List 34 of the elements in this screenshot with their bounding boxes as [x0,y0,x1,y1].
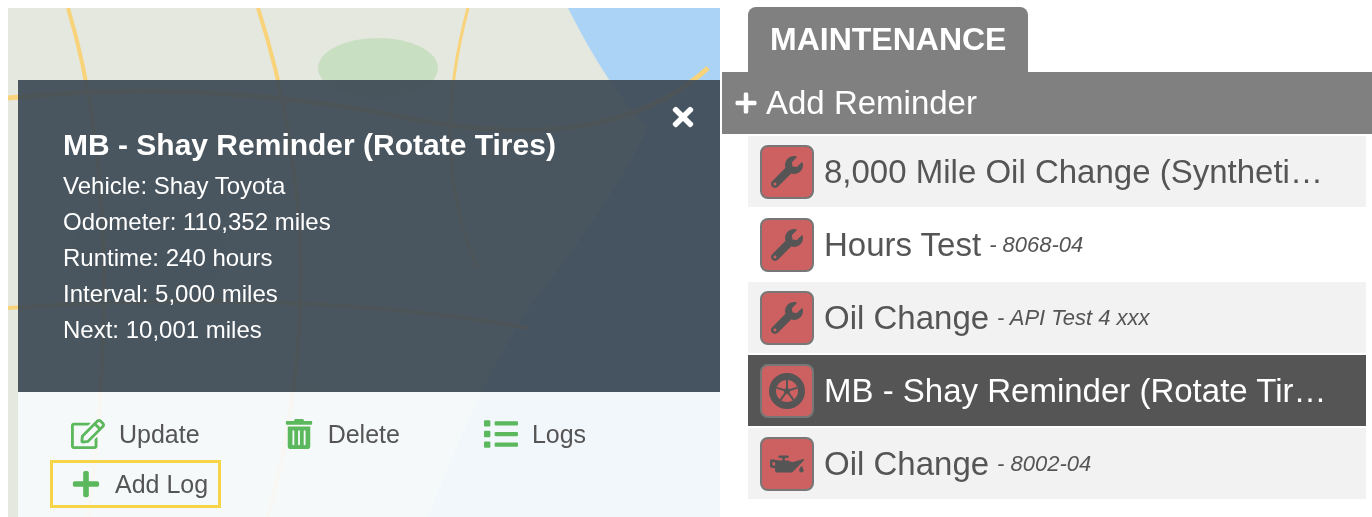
plus-icon [734,91,758,115]
detail-text: Next: 10,001 miles [63,315,263,345]
wrench-icon [760,144,814,199]
list-icon [483,417,518,451]
add-reminder-button[interactable]: Add Reminder [722,72,1372,134]
wheel-icon [760,363,814,418]
edit-icon [71,417,105,451]
reminder-row[interactable]: 8,000 Mile Oil Change (Syntheti… [748,136,1366,207]
reminder-detail: - 8068-04 [989,231,1084,258]
reminder-name: MB - Shay Reminder (Rotate Tir… [824,371,1327,410]
reminder-row[interactable]: Oil Change - 8002-04 [748,428,1366,499]
trash-icon [283,419,314,449]
detail-text: Runtime: 240 hours [63,243,274,273]
detail-text: Interval: 5,000 miles [63,279,279,309]
wrench-icon [760,290,814,345]
detail-text: Odometer: 110,352 miles [63,207,332,237]
reminder-name: Hours Test [824,225,982,264]
oil-can-icon [760,436,814,491]
wrench-icon [760,217,814,272]
tab[interactable]: MAINTENANCE [748,7,1029,72]
add-action[interactable]: Add Log [50,460,222,508]
list-action[interactable]: Logs [462,410,600,458]
plus-icon [71,469,101,499]
reminder-detail: - API Test 4 xxx [997,304,1150,331]
reminder-detail: - 8002-04 [997,450,1092,477]
popup-title: MB - Shay Reminder (Rotate Tires) [63,128,557,162]
delete-action[interactable]: Delete [262,410,413,458]
reminder-row[interactable]: MB - Shay Reminder (Rotate Tir… [748,355,1366,426]
reminder-row[interactable]: Oil Change - API Test 4 xxx [748,282,1366,353]
edit-action[interactable]: Update [50,410,213,458]
detail-text: Vehicle: Shay Toyota [63,171,287,201]
reminder-name: Oil Change [824,298,990,337]
reminder-name: Oil Change [824,444,990,483]
reminder-name: 8,000 Mile Oil Change (Syntheti… [824,152,1323,191]
